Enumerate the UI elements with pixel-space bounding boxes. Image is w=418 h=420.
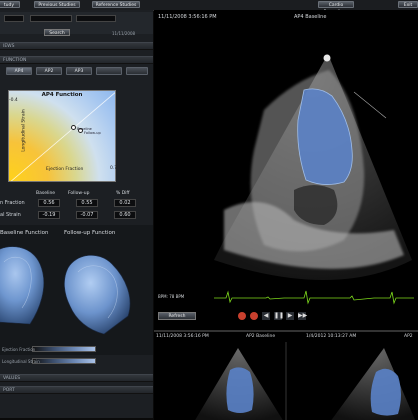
stats-row-1-diff: 0.02 (114, 199, 136, 207)
pause-icon[interactable]: ❚❚ (274, 312, 284, 320)
stats-row-2-diff: 0.60 (114, 211, 136, 219)
strain-legend (32, 358, 96, 364)
tab-ap3-label: AP3 (74, 69, 84, 74)
section-function[interactable]: FUNCTION (0, 56, 153, 64)
graph-y-label: Longitudinal Strain (21, 109, 27, 152)
echo-image (214, 54, 412, 280)
study-button[interactable]: tudy (0, 1, 20, 8)
baseline-bullseye-map[interactable] (0, 242, 54, 326)
search-button[interactable]: Search (44, 29, 70, 36)
tab-ap3[interactable]: AP3 (66, 67, 92, 75)
ecg-trace (214, 290, 414, 305)
left-panel: Search 11/11/2008 IEWS FUNCTION AP4 AP2 … (0, 10, 153, 418)
stats-row-2-label: al Strain (0, 212, 21, 218)
thumbnail-chamber-2 (370, 368, 401, 416)
followup-bullseye-map[interactable] (58, 250, 138, 336)
forward-icon[interactable]: ▶▶ (298, 312, 307, 320)
heart-rate-text: BPM: 78 BPM (158, 294, 185, 299)
tab-ap2[interactable]: AP2 (36, 67, 62, 75)
previous-studies-button[interactable]: Previous Studies (34, 1, 80, 8)
refresh-button[interactable]: Refresh (158, 312, 196, 320)
stats-header-followup: Follow-up (68, 191, 90, 196)
section-report[interactable]: PORT (0, 386, 153, 394)
tab-ap4-label: AP4 (14, 69, 24, 74)
legend-label-ef: Ejection Fraction (2, 347, 36, 352)
stats-header-diff: % Diff (116, 191, 130, 196)
echo-main-view[interactable]: 11/11/2008 3:56:16 PM AP4 Baseline BPM: … (154, 10, 418, 330)
study-field-2[interactable] (76, 15, 116, 22)
graph-title: AP4 Function (41, 92, 83, 98)
comparison-images[interactable] (154, 342, 418, 420)
section-values[interactable]: VALUES (0, 374, 153, 382)
rewind-icon[interactable]: ◀ (262, 312, 270, 320)
graph-y-top-tick: -0.4 (9, 98, 18, 103)
study-thumbnail[interactable] (4, 15, 24, 22)
tab-ap2-label: AP2 (44, 69, 54, 74)
stats-row-1-followup: 0.55 (76, 199, 98, 207)
comparison-strip: 11/11/2008 3:56:16 PM AP2 Baseline 1/4/2… (154, 330, 418, 420)
stats-row-2-followup: -0.07 (76, 211, 98, 219)
section-views[interactable]: IEWS (0, 42, 153, 50)
study-field[interactable] (30, 15, 72, 22)
thumbnail-chamber-1 (226, 367, 254, 413)
stats-header-baseline: Baseline (36, 191, 56, 196)
stats-row-2-baseline: -0.19 (38, 211, 60, 219)
ejection-fraction-legend (32, 346, 96, 352)
followup-point-label: Follow-up (84, 131, 101, 135)
stats-row-1-baseline: 0.56 (38, 199, 60, 207)
bottom-timestamp-1: 11/11/2008 3:56:16 PM (156, 334, 209, 339)
bottom-view-1-label: AP2 Baseline (246, 334, 276, 339)
tab-ap4[interactable]: AP4 (6, 67, 32, 75)
legend-label-strain: Longitudinal Strain (2, 359, 40, 364)
apex-marker (323, 54, 331, 62)
play-icon[interactable]: ▶ (286, 312, 294, 320)
bottom-timestamp-2: 1/4/2012 10:13:27 AM (306, 334, 357, 339)
record-icon[interactable] (238, 312, 246, 320)
reference-studies-button[interactable]: Reference Studies (92, 1, 140, 8)
cardio-recordings-button[interactable]: Cardio Recordings (318, 1, 354, 15)
followup-function-title: Follow-up Function (64, 230, 116, 236)
stop-icon[interactable] (250, 312, 258, 320)
tab-extra-2[interactable] (126, 67, 148, 75)
graph-x-label: Ejection Fraction (46, 167, 84, 172)
study-date: 11/11/2008 (112, 31, 136, 36)
stats-row-1-label: n Fraction (0, 200, 25, 206)
tab-extra[interactable] (96, 67, 122, 75)
bottom-view-2-label: AP2 (404, 334, 413, 339)
baseline-function-title: Baseline Function (0, 230, 49, 236)
baseline-point[interactable] (71, 125, 76, 130)
graph-x-right-tick: 0.7 (110, 166, 118, 171)
exit-button[interactable]: Exit (398, 1, 418, 8)
